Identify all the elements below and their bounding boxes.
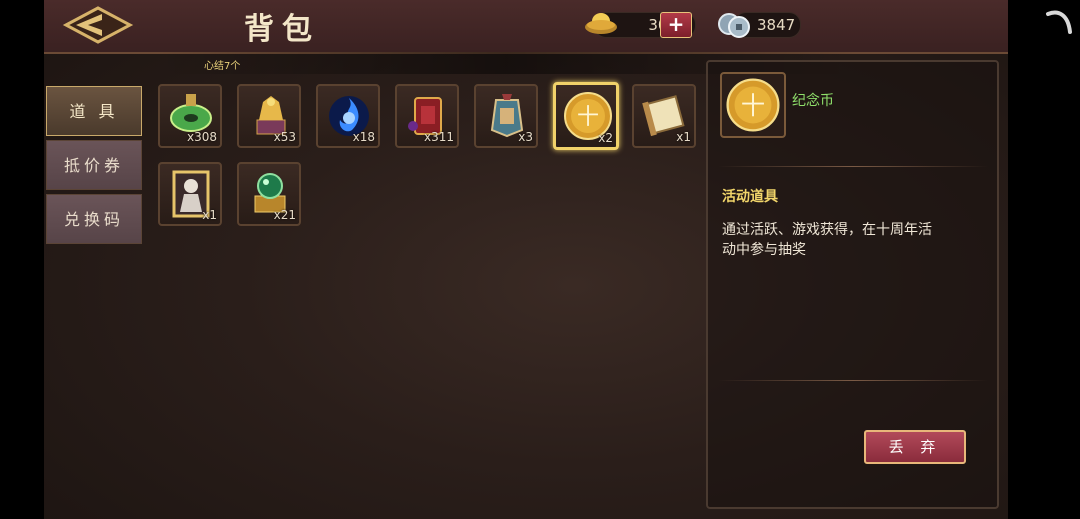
silver-counter: 3847	[718, 12, 801, 38]
tab-items[interactable]: 道 具	[46, 86, 142, 136]
silver-amount: 3847	[757, 16, 796, 34]
item-slot[interactable]: x311	[395, 84, 459, 148]
silver-coins-icon	[718, 13, 750, 38]
tab-redeem-code[interactable]: 兑换码	[46, 194, 142, 244]
back-gesture-icon[interactable]	[1044, 6, 1074, 36]
item-slot[interactable]: x18	[316, 84, 380, 148]
divider	[718, 166, 988, 167]
back-arrow-icon[interactable]	[62, 6, 134, 44]
item-slot[interactable]: x53	[237, 84, 301, 148]
item-slot[interactable]: x1	[632, 84, 696, 148]
game-screen: 背包 302 + 3847 心结7个 道 具 抵价券 兑换码	[44, 0, 1008, 519]
detail-item-frame: 十	[720, 72, 786, 138]
add-gold-button[interactable]: +	[660, 12, 692, 38]
discard-button[interactable]: 丢 弃	[864, 430, 966, 464]
top-bar: 背包 302 + 3847	[44, 0, 1008, 54]
item-quantity: x3	[518, 130, 533, 144]
page-title: 背包	[244, 12, 320, 47]
item-slot[interactable]: x21	[237, 162, 301, 226]
coin-character: 十	[577, 105, 599, 130]
detail-item-name: 纪念币	[792, 93, 834, 109]
item-slot[interactable]: x3	[474, 84, 538, 148]
item-quantity: x2	[598, 131, 613, 145]
item-slot[interactable]: x1	[158, 162, 222, 226]
detail-item-description: 通过活跃、游戏获得，在十周年活动中参与抽奖	[722, 222, 932, 258]
tab-vouchers[interactable]: 抵价券	[46, 140, 142, 190]
coin-character: 十	[741, 92, 765, 120]
item-quantity: x308	[186, 130, 217, 144]
item-detail-panel: 十 纪念币 活动道具 通过活跃、游戏获得，在十周年活动中参与抽奖 丢 弃	[706, 60, 999, 509]
gold-ingot-icon	[585, 13, 617, 34]
divider	[718, 380, 988, 381]
item-slot-selected[interactable]: 十 x2	[553, 82, 619, 150]
hint-text: 心结7个	[204, 61, 241, 72]
item-slot[interactable]: x308	[158, 84, 222, 148]
detail-item-category: 活动道具	[722, 189, 778, 205]
item-quantity: x1	[202, 208, 217, 222]
item-quantity: x21	[273, 208, 296, 222]
item-quantity: x18	[352, 130, 375, 144]
item-quantity: x311	[423, 130, 454, 144]
item-quantity: x53	[273, 130, 296, 144]
item-quantity: x1	[676, 130, 691, 144]
commemorative-coin-icon: 十	[726, 78, 780, 132]
